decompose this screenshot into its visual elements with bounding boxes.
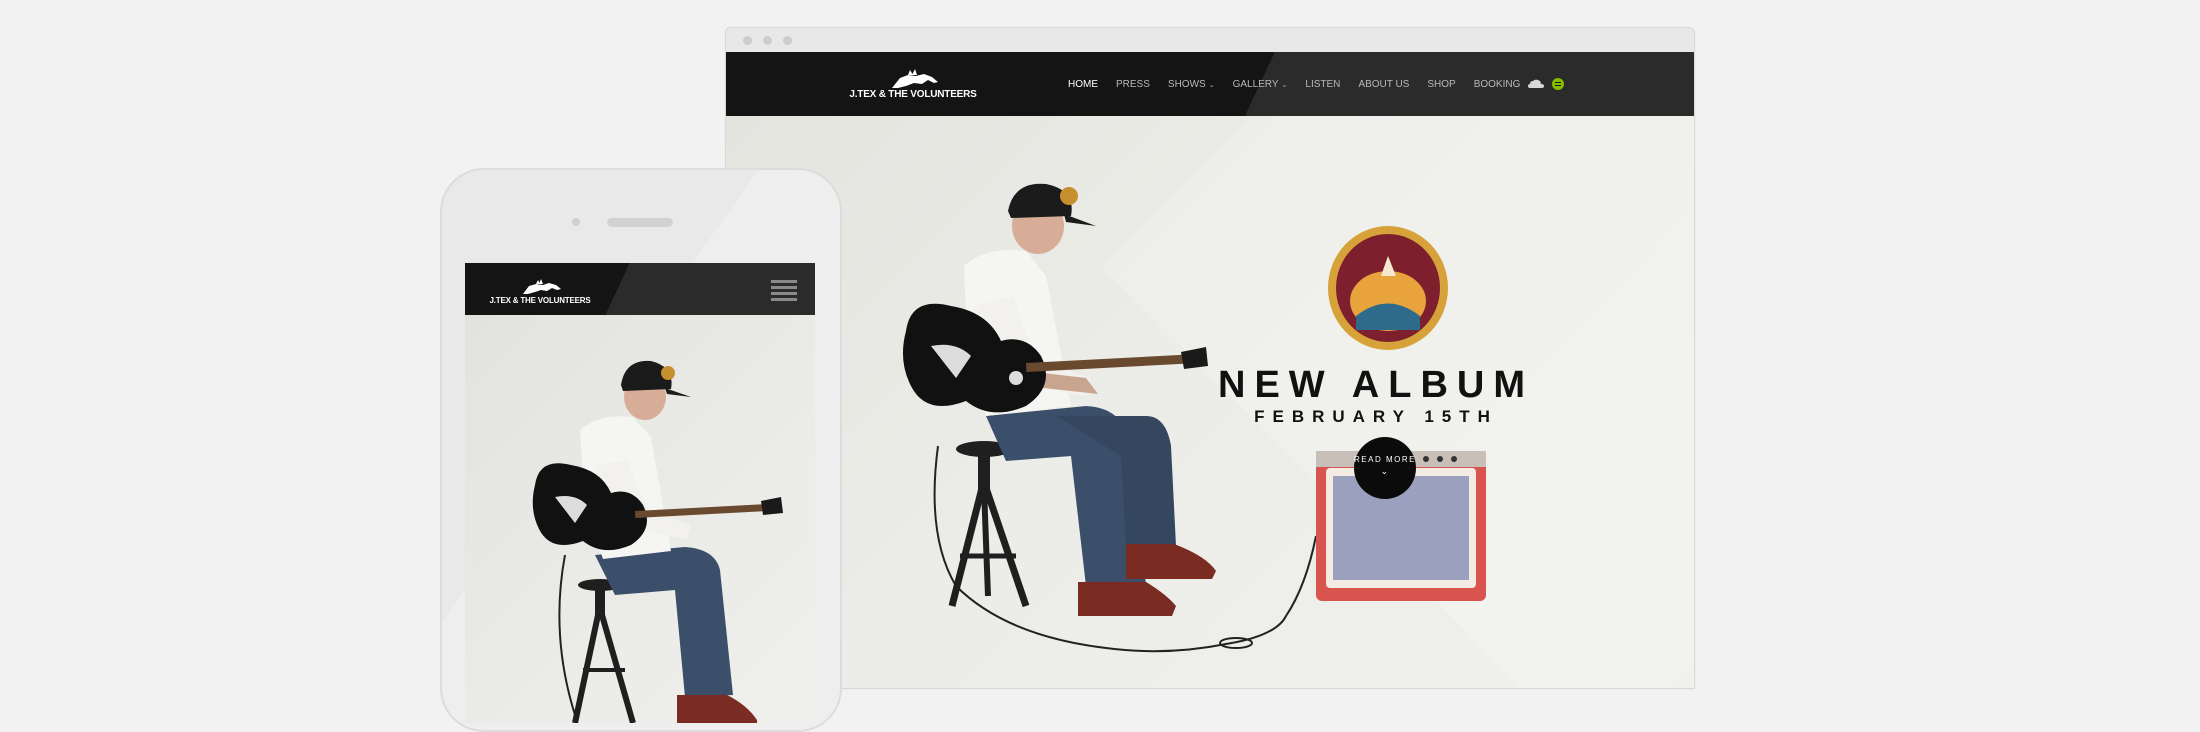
chevron-down-icon: ⌄ [1281,81,1288,89]
phone-mockup: J.TEX & THE VOLUNTEERS [440,168,842,732]
chevron-down-icon: ⌄ [1208,81,1215,89]
soundcloud-icon[interactable] [1528,79,1544,89]
nav-item-label: SHOP [1427,78,1456,90]
hero-section: NEW ALBUM FEBRUARY 15TH READ MORE ⌄ [726,116,1694,688]
read-more-label: READ MORE [1354,455,1416,464]
nav-item-booking[interactable]: BOOKING [1474,79,1521,90]
nav-item-label: ABOUT US [1358,78,1410,90]
nav-item-label: GALLERY [1232,78,1279,90]
musician-photo [902,183,1486,653]
desktop-browser-mockup: J.TEX & THE VOLUNTEERS HOME PRESS SHOWS ⌄… [725,27,1695,689]
mobile-site-header: J.TEX & THE VOLUNTEERS [465,263,815,315]
mobile-site-logo[interactable]: J.TEX & THE VOLUNTEERS [485,275,595,307]
phone-screen: J.TEX & THE VOLUNTEERS [465,263,815,723]
nav-item-label: HOME [1068,78,1098,90]
nav-item-label: SHOWS [1167,78,1206,90]
nav-item-press[interactable]: PRESS [1116,79,1150,90]
nav-item-shop[interactable]: SHOP [1427,79,1455,90]
logo-wordmark: J.TEX & THE VOLUNTEERS [489,296,591,305]
site-logo[interactable]: J.TEX & THE VOLUNTEERS [848,64,978,104]
chevron-down-icon: ⌄ [1380,466,1390,476]
browser-title-bar [726,28,1694,52]
nav-item-listen[interactable]: LISTEN [1305,79,1340,90]
nav-item-shows[interactable]: SHOWS ⌄ [1168,79,1215,90]
fox-logo-icon [523,279,561,294]
main-navigation: HOME PRESS SHOWS ⌄ GALLERY ⌄ LISTEN ABOUT … [1068,52,1538,116]
nav-item-label: PRESS [1116,78,1150,90]
hero-subline: FEBRUARY 15TH [1254,407,1498,426]
window-dot-icon [763,36,772,45]
nav-item-label: BOOKING [1473,78,1521,90]
mobile-hero-section [465,315,815,723]
hamburger-menu-icon[interactable] [771,280,797,301]
spotify-icon[interactable] [1552,78,1564,90]
window-dot-icon [743,36,752,45]
musician-photo [532,360,783,723]
social-links [1528,78,1564,90]
phone-speaker-icon [607,218,673,227]
nav-item-label: LISTEN [1305,78,1341,90]
logo-wordmark: J.TEX & THE VOLUNTEERS [849,89,977,100]
phone-camera-icon [572,218,580,226]
nav-item-about-us[interactable]: ABOUT US [1358,79,1409,90]
site-header: J.TEX & THE VOLUNTEERS HOME PRESS SHOWS ⌄… [726,52,1694,116]
nav-item-gallery[interactable]: GALLERY ⌄ [1233,79,1288,90]
fox-logo-icon [892,69,938,88]
nav-item-home[interactable]: HOME [1068,79,1098,90]
window-dot-icon [783,36,792,45]
hero-headline: NEW ALBUM [1218,364,1534,406]
read-more-button[interactable]: READ MORE ⌄ [1354,437,1416,499]
